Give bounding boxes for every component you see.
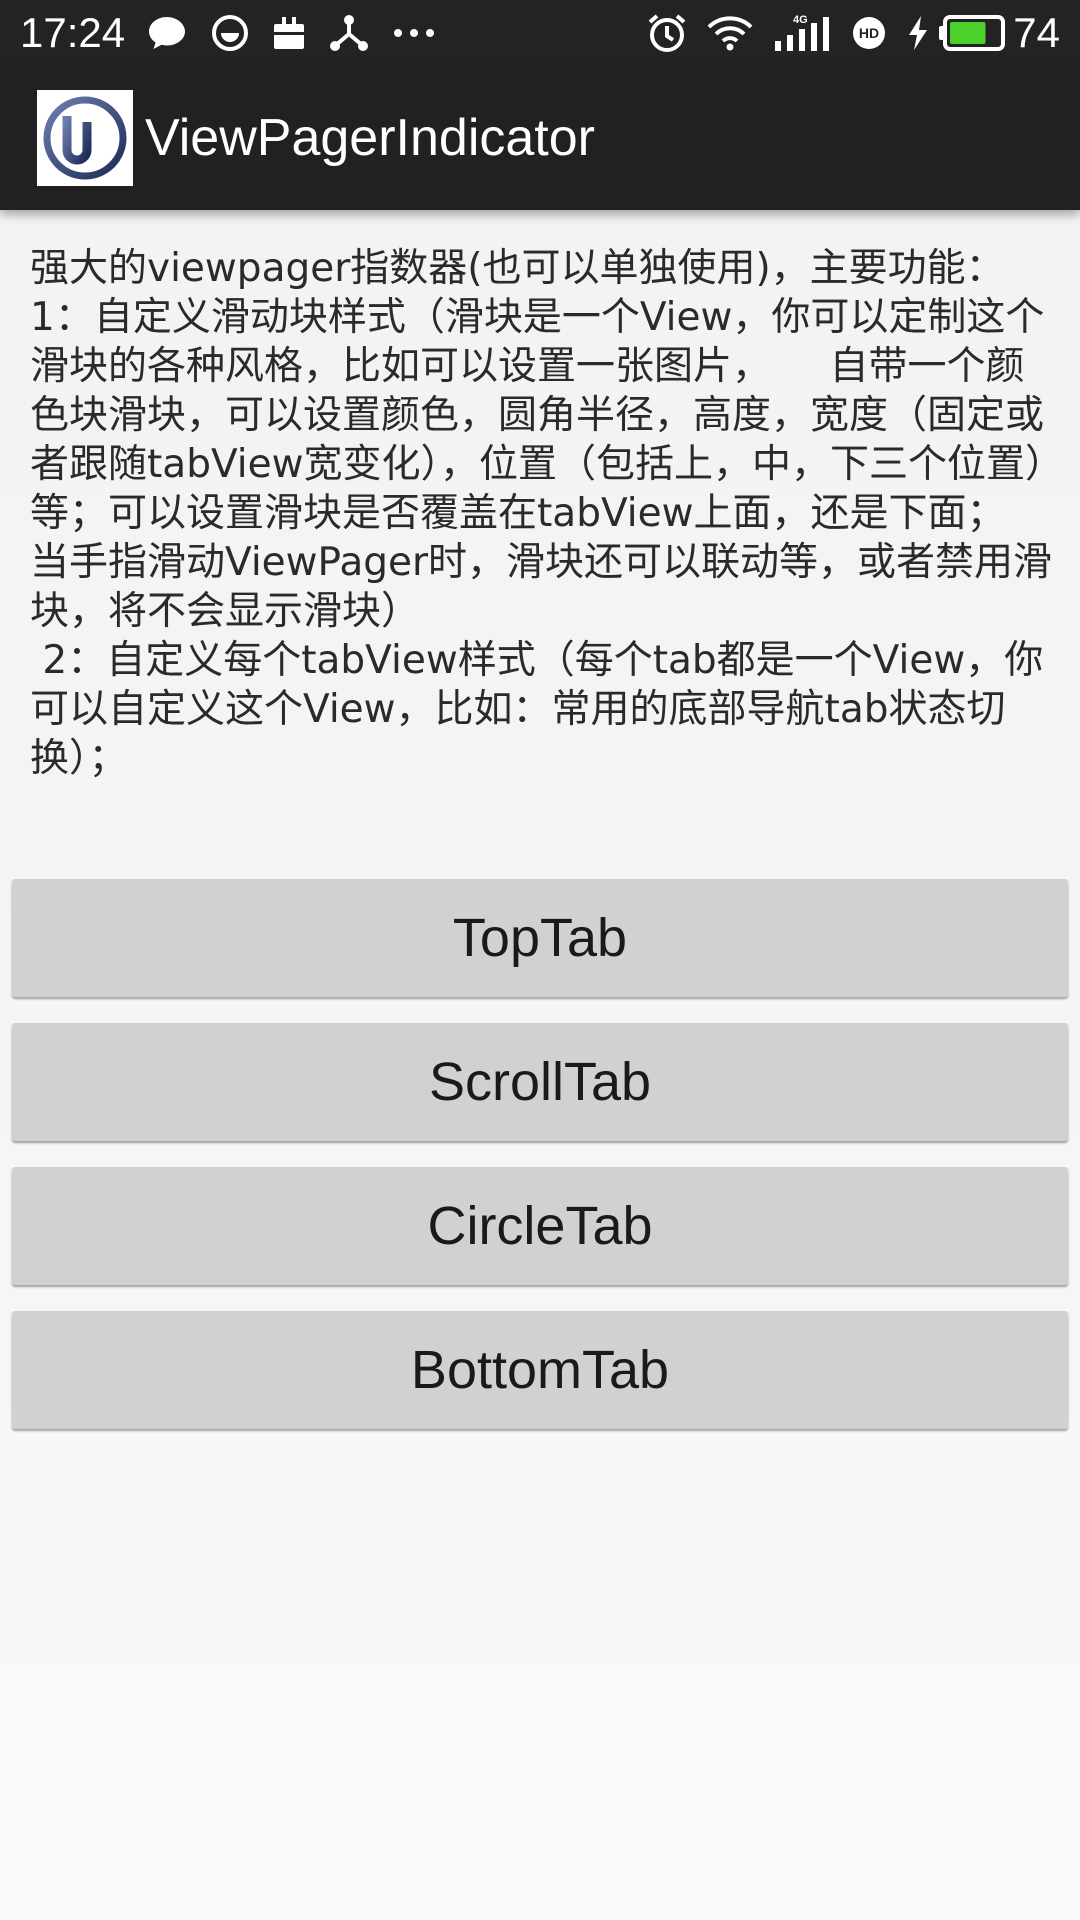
alarm-clock-icon (647, 13, 687, 53)
app-logo-icon[interactable] (37, 90, 133, 186)
action-bar: ViewPagerIndicator (0, 66, 1080, 210)
hd-icon: HD (851, 15, 887, 51)
app-title: ViewPagerIndicator (145, 109, 595, 167)
status-bar-right: 4G HD 74 (647, 0, 1060, 66)
signal-4g-icon: 4G (773, 13, 831, 53)
battery-percent: 74 (1013, 9, 1060, 56)
wifi-icon (707, 15, 753, 51)
status-bar-left: 17:24 (20, 0, 459, 66)
description-text: 强大的viewpager指数器(也可以单独使用)，主要功能：1：自定义滑动块样式… (30, 246, 1052, 781)
bottomtab-button[interactable]: BottomTab (12, 1311, 1068, 1429)
toptab-button[interactable]: TopTab (12, 879, 1068, 997)
svg-text:4G: 4G (793, 14, 808, 26)
more-dots-icon (393, 28, 435, 38)
share-network-icon (329, 14, 369, 52)
battery-fill (950, 22, 986, 44)
charging-bolt-icon (907, 15, 929, 51)
circletab-button[interactable]: CircleTab (12, 1167, 1068, 1285)
status-time: 17:24 (20, 9, 126, 56)
svg-text:HD: HD (859, 25, 879, 41)
status-bar: 17:24 4G HD 74 (0, 0, 1080, 66)
scrolltab-button[interactable]: ScrollTab (12, 1023, 1068, 1141)
chat-bubble-icon (147, 15, 187, 51)
briefcase-icon (273, 15, 305, 51)
battery-icon (939, 15, 1007, 51)
smile-face-icon (211, 14, 249, 52)
